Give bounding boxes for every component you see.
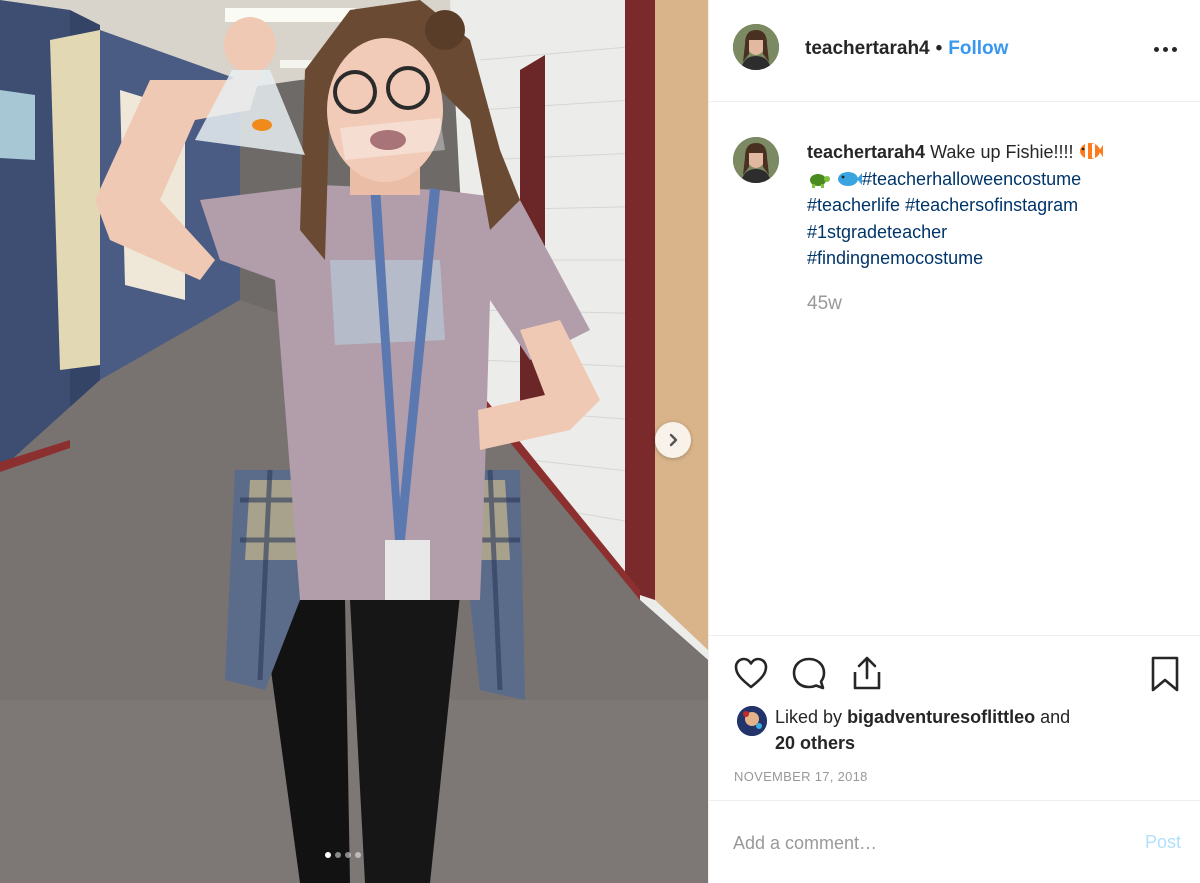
header-username[interactable]: teachertarah4 <box>805 38 930 60</box>
more-options-icon[interactable] <box>1151 36 1179 62</box>
hashtag-link[interactable]: #teachersofinstagram <box>905 195 1078 215</box>
separator-dot: • <box>935 38 943 59</box>
share-icon[interactable] <box>847 654 887 694</box>
others-count-link[interactable]: 20 others <box>775 733 855 753</box>
caption-avatar[interactable] <box>733 137 779 183</box>
carousel-dot <box>355 852 361 858</box>
user-avatar[interactable] <box>733 24 779 70</box>
heart-icon[interactable] <box>731 654 771 694</box>
turtle-emoji-icon <box>810 173 830 188</box>
post-date[interactable]: NOVEMBER 17, 2018 <box>734 769 868 784</box>
chevron-right-icon <box>669 433 678 447</box>
follow-button[interactable]: Follow <box>948 38 1008 60</box>
liked-by-line: Liked by bigadventuresoflittleo and <box>737 704 1070 730</box>
blue-fish-emoji-icon <box>838 171 863 186</box>
bookmark-icon[interactable] <box>1145 654 1185 694</box>
hashtag-link[interactable]: #teacherhalloweencostume <box>862 169 1081 189</box>
comment-input[interactable] <box>733 828 1113 858</box>
avatar-photo <box>737 706 767 736</box>
post-actions: Liked by bigadventuresoflittleo and 20 o… <box>709 635 1200 801</box>
caption-username[interactable]: teachertarah4 <box>807 142 925 162</box>
comment-section: Post <box>709 802 1200 883</box>
hashtag-link[interactable]: #findingnemocostume <box>807 248 983 268</box>
hashtag-link[interactable]: #1stgradeteacher <box>807 222 947 242</box>
avatar-photo <box>733 24 779 70</box>
caption-text: teachertarah4 Wake up Fishie!!!! #teache… <box>807 139 1167 272</box>
carousel-next-button[interactable] <box>655 422 691 458</box>
liked-by-joiner: and <box>1040 707 1071 727</box>
caption-timestamp[interactable]: 45w <box>807 293 842 315</box>
comment-icon[interactable] <box>789 654 829 694</box>
carousel-indicator <box>325 852 361 858</box>
likes-summary: Liked by bigadventuresoflittleo and 20 o… <box>737 704 1070 756</box>
header-user-line: teachertarah4 • Follow <box>805 38 1008 60</box>
liker-avatar[interactable] <box>737 706 767 736</box>
clownfish-emoji-icon <box>1079 143 1103 159</box>
photo-scene <box>0 0 708 883</box>
carousel-dot <box>325 852 331 858</box>
post-comment-button[interactable]: Post <box>1145 832 1181 853</box>
carousel-dot <box>345 852 351 858</box>
carousel-dot <box>335 852 341 858</box>
hashtag-link[interactable]: #teacherlife <box>807 195 900 215</box>
post-photo[interactable] <box>0 0 708 883</box>
post-sidebar: teachertarah4 • Follow teachertarah4 Wak… <box>708 0 1200 883</box>
liker-username[interactable]: bigadventuresoflittleo <box>847 707 1035 727</box>
avatar-photo <box>733 137 779 183</box>
caption-message: Wake up Fishie!!!! <box>930 142 1074 162</box>
liked-by-prefix: Liked by <box>775 707 843 727</box>
post-header: teachertarah4 • Follow <box>709 0 1200 102</box>
liked-by-line: 20 others <box>737 730 1070 756</box>
